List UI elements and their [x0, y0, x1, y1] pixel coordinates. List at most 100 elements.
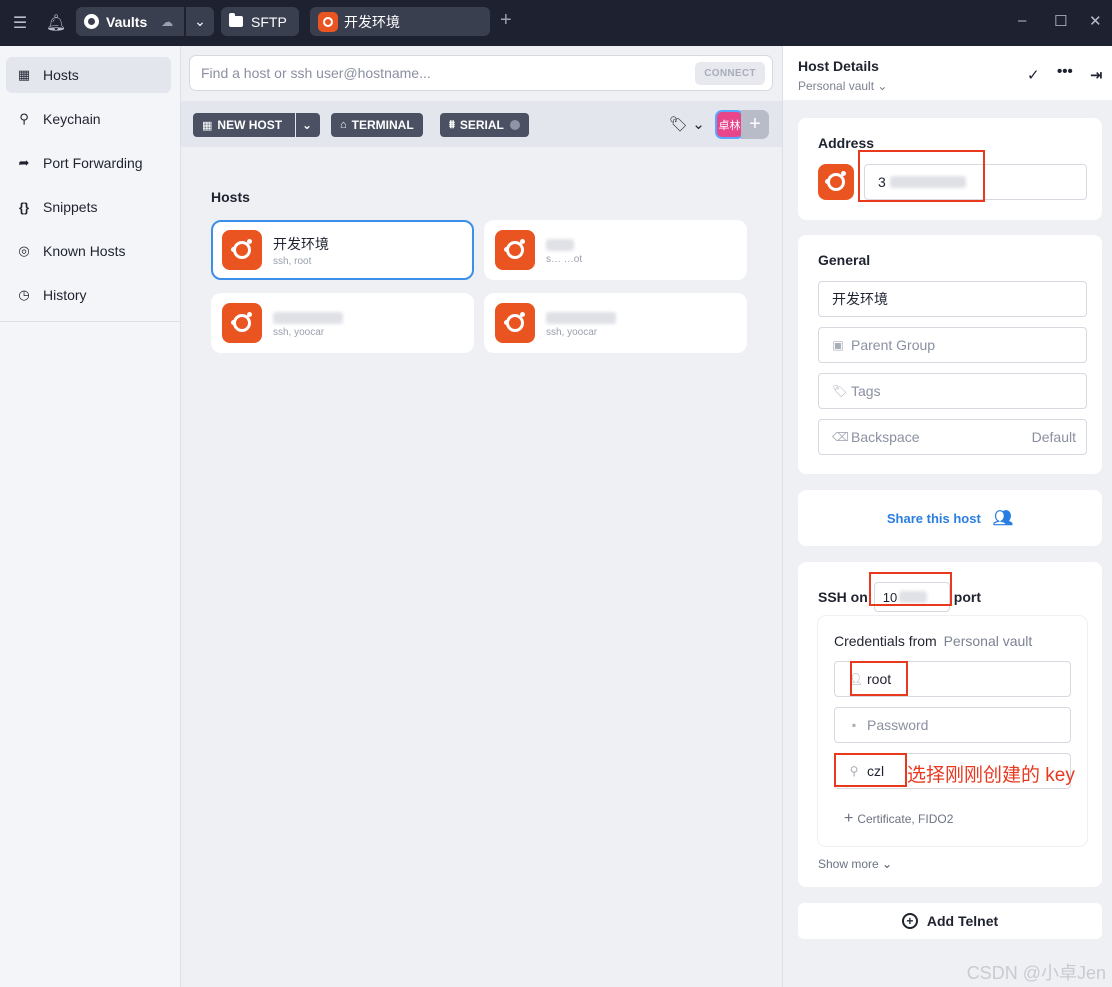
credentials-card: Credentials from Personal vault 👤︎ root …: [818, 616, 1087, 846]
bell-icon[interactable]: 🔔︎: [38, 0, 74, 46]
new-host-dropdown-chevron-icon[interactable]: ⌄: [296, 113, 320, 137]
hosts-icon: ▦: [17, 67, 31, 82]
sidebar-item-keychain[interactable]: ⚲ Keychain: [6, 101, 171, 137]
maximize-icon[interactable]: ☐: [1054, 12, 1067, 30]
address-card: Address 3: [798, 118, 1102, 220]
tab-dev-label: 开发环境: [344, 13, 400, 30]
title-bar: ☰ 🔔︎ Vaults ☁ ⌄ SFTP 开发环境 + – ☐ ✕: [0, 0, 1112, 46]
highlight-box: [834, 753, 907, 787]
vaults-label: Vaults: [106, 13, 148, 30]
avatar[interactable]: 卓林: [715, 110, 744, 139]
serial-icon: ⩩: [449, 118, 455, 131]
close-icon[interactable]: ✕: [1089, 12, 1102, 30]
sidebar-item-label: Hosts: [43, 67, 79, 83]
panel-title: Host Details: [798, 58, 879, 74]
ubuntu-icon: [495, 230, 535, 270]
ssh-card: SSH on 10 port Credentials from Personal…: [798, 562, 1102, 887]
credentials-vault-link[interactable]: Personal vault: [944, 633, 1033, 649]
sidebar-item-known-hosts[interactable]: ◎ Known Hosts: [6, 233, 171, 269]
terminal-icon: ⌂: [340, 119, 347, 131]
label-input[interactable]: 开发环境: [818, 281, 1087, 317]
watermark: CSDN @小卓Jen: [966, 963, 1106, 983]
clock-icon: ◷: [18, 287, 30, 302]
search-input[interactable]: [201, 65, 681, 81]
minimize-icon[interactable]: –: [1018, 12, 1026, 29]
plus-circle-icon: +: [901, 913, 918, 929]
tab-dev-environment[interactable]: 开发环境: [310, 7, 490, 36]
host-card[interactable]: ssh, yoocar: [484, 293, 747, 353]
backspace-field[interactable]: ⌫ Backspace Default: [818, 419, 1087, 455]
ubuntu-icon: [495, 303, 535, 343]
key-icon: ⚲: [19, 111, 29, 126]
password-input[interactable]: ▪ Password: [834, 707, 1071, 743]
sidebar-item-label: Keychain: [43, 111, 101, 127]
parent-group-field[interactable]: ▣ Parent Group: [818, 327, 1087, 363]
tag-filter-icon[interactable]: 🏷︎ ⌄: [669, 115, 705, 133]
sidebar-item-label: Snippets: [43, 199, 98, 215]
sidebar-item-hosts[interactable]: ▦ Hosts: [6, 57, 171, 93]
serial-button[interactable]: ⩩ SERIAL: [440, 113, 529, 137]
panel-header: Host Details Personal vault ⌄ ✓ ••• ⇥: [783, 46, 1112, 100]
vault-dropdown-chevron-icon[interactable]: ⌄: [186, 7, 214, 36]
host-card[interactable]: s… …ot: [484, 220, 747, 280]
sidebar: ▦ Hosts ⚲ Keychain ➦ Port Forwarding {} …: [0, 46, 181, 987]
host-details-panel: Host Details Personal vault ⌄ ✓ ••• ⇥ Ad…: [782, 46, 1112, 987]
save-check-icon[interactable]: ✓: [1027, 66, 1040, 84]
credentials-row: Credentials from Personal vault: [834, 633, 1032, 649]
vault-selector[interactable]: Personal vault ⌄: [798, 79, 887, 93]
menu-icon[interactable]: ☰: [2, 0, 38, 46]
search-bar: CONNECT: [189, 55, 773, 91]
password-dots-icon: ▪: [851, 718, 857, 732]
add-member-icon[interactable]: +: [741, 110, 769, 139]
tab-sftp[interactable]: SFTP: [221, 7, 299, 36]
ubuntu-icon: [318, 11, 338, 32]
show-more-label: Show more: [818, 857, 879, 871]
folder-icon: [229, 13, 243, 27]
add-telnet-button[interactable]: + Add Telnet: [798, 903, 1102, 939]
sidebar-item-history[interactable]: ◷ History: [6, 277, 171, 313]
vault-logo-icon: [84, 14, 99, 29]
address-title: Address: [818, 135, 875, 151]
sidebar-item-port-forwarding[interactable]: ➦ Port Forwarding: [6, 145, 171, 181]
sidebar-item-snippets[interactable]: {} Snippets: [6, 189, 171, 225]
terminal-label: TERMINAL: [351, 118, 414, 132]
braces-icon: {}: [18, 199, 30, 215]
sidebar-item-label: Known Hosts: [43, 243, 126, 259]
host-subtitle: ssh, yoocar: [273, 326, 325, 338]
serial-label: SERIAL: [459, 118, 504, 132]
tag-icon: 🏷︎: [832, 384, 848, 398]
highlight-box: [869, 572, 952, 606]
host-card[interactable]: ssh, yoocar: [211, 293, 474, 353]
vaults-button[interactable]: Vaults ☁: [76, 7, 184, 36]
plus-icon: +: [844, 810, 854, 827]
ubuntu-icon: [222, 303, 262, 343]
fingerprint-icon: ◎: [18, 243, 30, 258]
tags-label: Tags: [851, 383, 881, 399]
new-host-button[interactable]: ▦ NEW HOST: [193, 113, 295, 137]
certificate-label: Certificate, FIDO2: [857, 812, 954, 826]
add-telnet-label: Add Telnet: [926, 913, 999, 929]
backspace-label: Backspace: [851, 429, 920, 445]
host-name: [546, 309, 616, 325]
show-more-button[interactable]: Show more ⌄: [818, 857, 892, 871]
vault-label: Personal vault: [798, 79, 875, 93]
terminal-button[interactable]: ⌂ TERMINAL: [331, 113, 423, 137]
host-card[interactable]: 开发环境 ssh, root: [211, 220, 474, 280]
more-icon[interactable]: •••: [1057, 63, 1073, 80]
collapse-panel-icon[interactable]: ⇥: [1090, 66, 1103, 84]
ssh-prefix: SSH on: [818, 589, 868, 605]
host-name: 开发环境: [273, 235, 329, 252]
host-name: [546, 236, 582, 252]
ubuntu-icon: [222, 230, 262, 270]
users-icon: 👥︎: [992, 510, 1014, 527]
backspace-icon: ⌫: [832, 430, 849, 444]
connect-button[interactable]: CONNECT: [695, 62, 765, 85]
serial-status-icon: [509, 120, 520, 130]
forward-icon: ➦: [18, 155, 30, 170]
backspace-default: Default: [1031, 429, 1076, 445]
tab-sftp-label: SFTP: [251, 13, 287, 30]
share-host-button[interactable]: Share this host 👥︎: [798, 490, 1102, 546]
add-certificate-button[interactable]: + Certificate, FIDO2: [844, 810, 953, 828]
tags-field[interactable]: 🏷︎ Tags: [818, 373, 1087, 409]
new-tab-icon[interactable]: +: [500, 9, 512, 32]
